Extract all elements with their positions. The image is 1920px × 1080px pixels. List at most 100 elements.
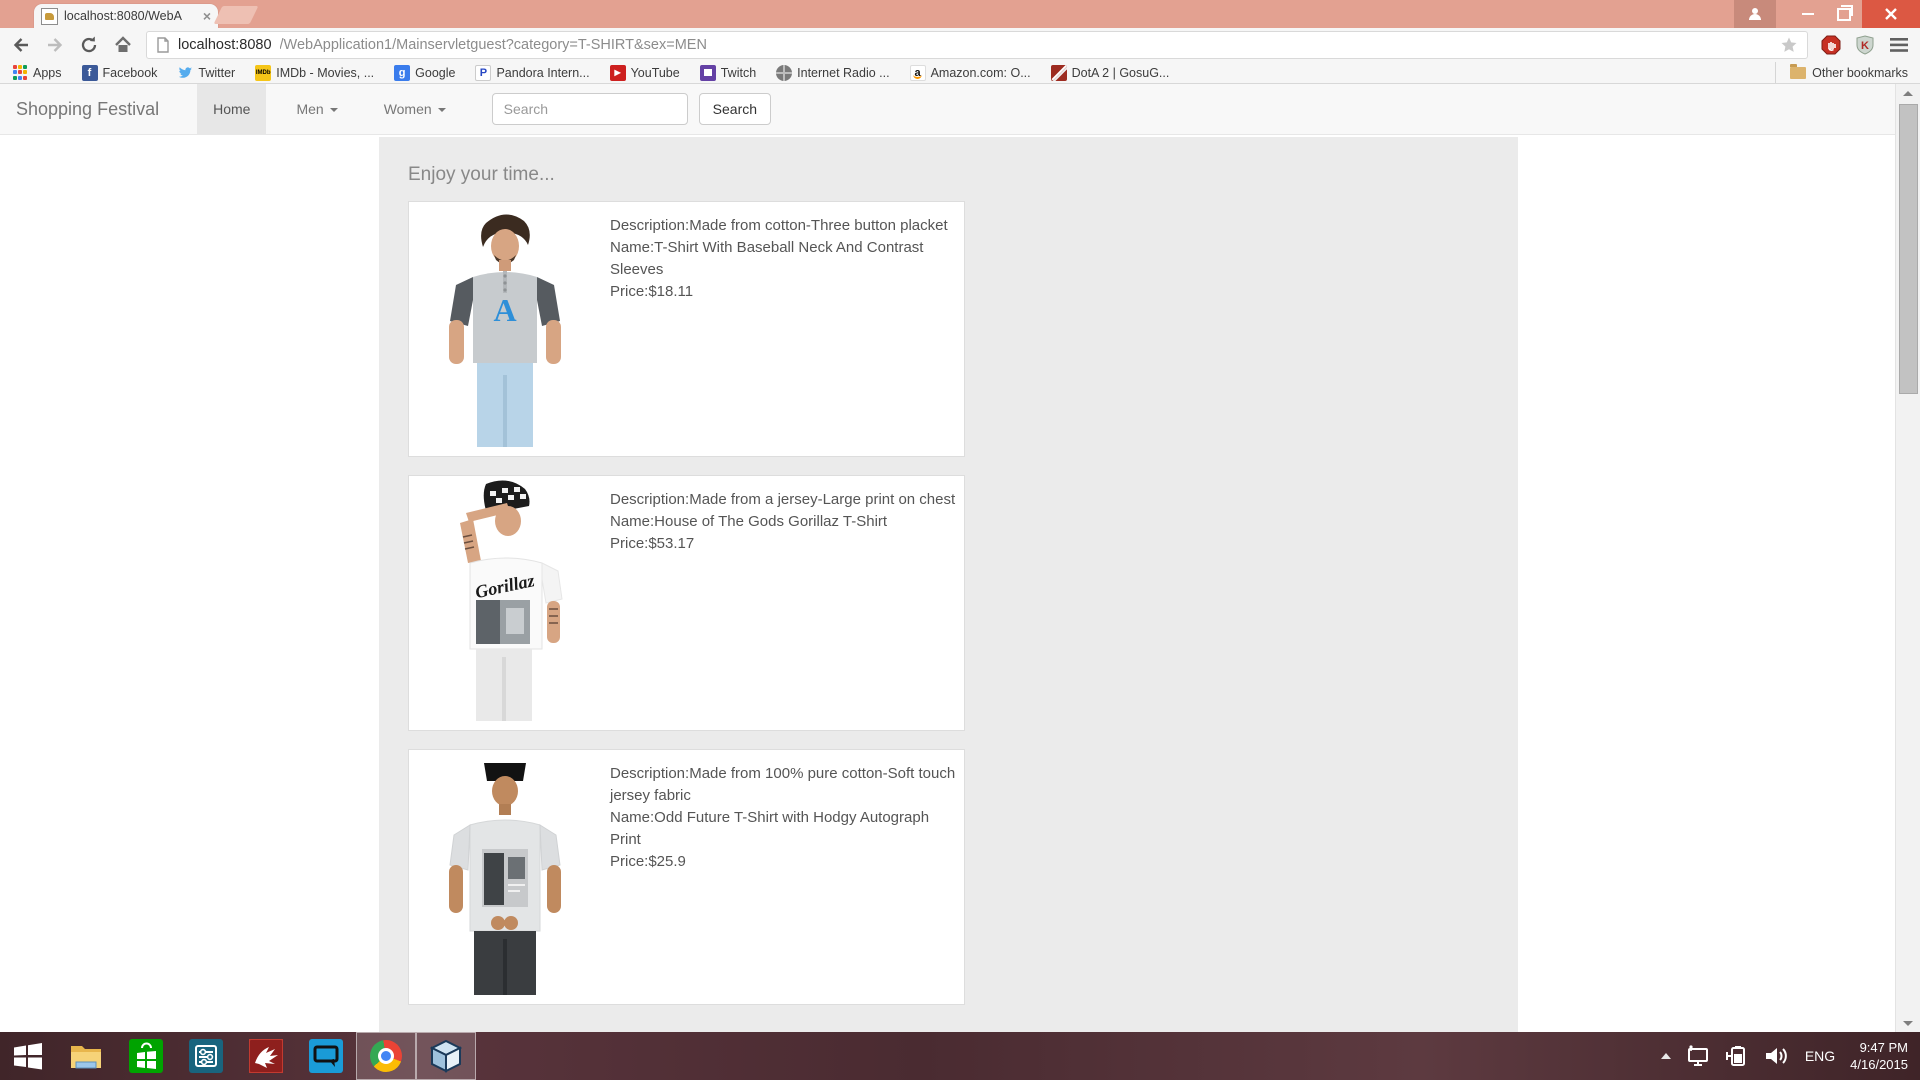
cube-icon xyxy=(430,1039,462,1073)
start-button[interactable] xyxy=(0,1032,56,1080)
product-card[interactable]: A Description:Made from cotton-Three but… xyxy=(408,201,965,457)
scrollbar-thumb[interactable] xyxy=(1899,104,1918,394)
page-viewport: Shopping Festival Home Men Women Search … xyxy=(0,84,1896,1032)
file-explorer-icon xyxy=(68,1040,104,1072)
tab-title: localhost:8080/WebA xyxy=(64,9,197,23)
network-icon[interactable] xyxy=(1686,1045,1710,1067)
minimize-button[interactable] xyxy=(1790,0,1826,28)
clock-time: 9:47 PM xyxy=(1850,1039,1908,1056)
product-description: Description:Made from 100% pure cotton-S… xyxy=(610,763,958,807)
product-price: Price:$18.11 xyxy=(610,281,958,303)
home-icon xyxy=(113,35,133,55)
clock[interactable]: 9:47 PM 4/16/2015 xyxy=(1850,1039,1908,1073)
volume-icon[interactable] xyxy=(1764,1045,1790,1067)
svg-text:K: K xyxy=(1861,40,1869,52)
site-navbar: Shopping Festival Home Men Women Search xyxy=(0,84,1896,135)
adblock-extension-icon[interactable] xyxy=(1820,34,1842,56)
bookmark-twitter[interactable]: Twitter xyxy=(177,65,235,81)
bookmark-youtube[interactable]: ▶ YouTube xyxy=(610,65,680,81)
menu-icon[interactable] xyxy=(1888,34,1910,56)
close-icon xyxy=(1884,7,1898,21)
bookmark-apps[interactable]: Apps xyxy=(12,65,62,81)
scroll-down-icon[interactable] xyxy=(1896,1014,1919,1032)
chrome-taskbar-button[interactable] xyxy=(356,1032,416,1080)
product-description: Description:Made from cotton-Three butto… xyxy=(610,215,958,237)
refresh-icon xyxy=(79,35,99,55)
folder-icon xyxy=(1790,67,1806,79)
forward-button[interactable] xyxy=(44,34,66,56)
bookmark-star-icon[interactable] xyxy=(1780,36,1798,54)
url-path: /WebApplication1/Mainservletguest?catego… xyxy=(280,37,1772,53)
globe-icon xyxy=(776,65,792,81)
google-icon: g xyxy=(394,65,410,81)
url-bar[interactable]: localhost:8080/WebApplication1/Mainservl… xyxy=(146,31,1808,59)
page-heading: Enjoy your time... xyxy=(379,137,1518,186)
profile-button[interactable] xyxy=(1734,0,1776,28)
bookmark-pandora[interactable]: P Pandora Intern... xyxy=(475,65,589,81)
product-card[interactable]: Gorillaz Description:Made from a jersey-… xyxy=(408,475,965,731)
product-image-baseball-tshirt: A xyxy=(410,205,600,447)
bookmark-imdb[interactable]: IMDb IMDb - Movies, ... xyxy=(255,65,374,81)
nav-item-men[interactable]: Men xyxy=(280,84,353,134)
nav-item-women[interactable]: Women xyxy=(368,84,462,134)
pandora-icon: P xyxy=(475,65,491,81)
imdb-icon: IMDb xyxy=(255,65,271,81)
hidden-icons-arrow-icon[interactable] xyxy=(1661,1053,1671,1059)
product-price: Price:$25.9 xyxy=(610,851,958,873)
bookmark-twitch[interactable]: Twitch xyxy=(700,65,756,81)
site-brand[interactable]: Shopping Festival xyxy=(0,99,175,120)
person-icon xyxy=(1749,8,1761,20)
product-name: Name:T-Shirt With Baseball Neck And Cont… xyxy=(610,237,958,281)
bookmark-internet-radio[interactable]: Internet Radio ... xyxy=(776,65,889,81)
product-name: Name:Odd Future T-Shirt with Hodgy Autog… xyxy=(610,807,958,851)
tab-close-icon[interactable]: × xyxy=(203,9,211,23)
home-button[interactable] xyxy=(112,34,134,56)
twitter-bird-icon xyxy=(177,65,193,81)
refresh-button[interactable] xyxy=(78,34,100,56)
minimize-icon xyxy=(1802,13,1814,15)
other-bookmarks-button[interactable]: Other bookmarks xyxy=(1775,62,1908,83)
battery-icon[interactable] xyxy=(1725,1045,1749,1067)
back-button[interactable] xyxy=(10,34,32,56)
product-image-oddfuture-tshirt xyxy=(410,753,600,995)
file-explorer-button[interactable] xyxy=(56,1032,116,1080)
kaspersky-extension-icon[interactable]: K xyxy=(1854,34,1876,56)
product-price: Price:$53.17 xyxy=(610,533,958,555)
content-panel: Enjoy your time... xyxy=(379,137,1518,1032)
chat-app-button[interactable] xyxy=(296,1032,356,1080)
bookmark-amazon[interactable]: a Amazon.com: O... xyxy=(910,65,1031,81)
close-window-button[interactable] xyxy=(1862,0,1920,28)
clock-date: 4/16/2015 xyxy=(1850,1056,1908,1073)
bookmark-dota2[interactable]: DotA 2 | GosuG... xyxy=(1051,65,1170,81)
page-scrollbar[interactable] xyxy=(1895,84,1920,1032)
back-icon xyxy=(11,35,31,55)
bookmark-facebook[interactable]: f Facebook xyxy=(82,65,158,81)
windows-store-button[interactable] xyxy=(116,1032,176,1080)
product-card[interactable]: Description:Made from 100% pure cotton-S… xyxy=(408,749,965,1005)
page-icon xyxy=(156,37,170,53)
windows-store-icon xyxy=(129,1039,163,1073)
product-image-gorillaz-tshirt: Gorillaz xyxy=(410,479,600,721)
browser-toolbar: localhost:8080/WebApplication1/Mainservl… xyxy=(0,28,1920,62)
dota2-icon xyxy=(1051,65,1067,81)
dragon-app-icon xyxy=(249,1039,283,1073)
reader-app-button[interactable] xyxy=(176,1032,236,1080)
maximize-button[interactable] xyxy=(1826,0,1862,28)
search-input[interactable] xyxy=(492,93,688,125)
svg-text:A: A xyxy=(493,292,516,328)
screen: localhost:8080/WebA × xyxy=(0,0,1920,1080)
language-indicator[interactable]: ENG xyxy=(1805,1048,1835,1064)
new-tab-button[interactable] xyxy=(214,6,259,24)
search-button[interactable]: Search xyxy=(699,93,771,125)
scroll-up-icon[interactable] xyxy=(1896,84,1919,102)
netbeans-taskbar-button[interactable] xyxy=(416,1032,476,1080)
bookmark-google[interactable]: g Google xyxy=(394,65,455,81)
chevron-down-icon xyxy=(330,108,338,112)
nav-item-home[interactable]: Home xyxy=(197,84,266,134)
tab-favicon-icon xyxy=(41,8,58,25)
bookmarks-bar: Apps f Facebook Twitter IMDb IMDb - Movi… xyxy=(0,62,1920,84)
apps-grid-icon xyxy=(12,65,28,81)
dragon-app-button[interactable] xyxy=(236,1032,296,1080)
youtube-icon: ▶ xyxy=(610,65,626,81)
browser-tab[interactable]: localhost:8080/WebA × xyxy=(34,4,218,28)
